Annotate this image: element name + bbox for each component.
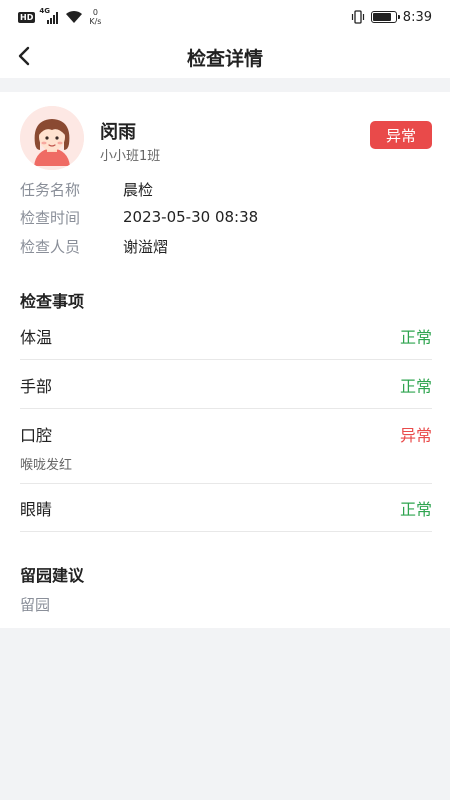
page-title: 检查详情 <box>186 48 263 70</box>
check-item: 手部 正常 <box>20 360 432 409</box>
avatar <box>20 106 84 170</box>
cell-signal-icon: 4G <box>39 7 61 24</box>
check-item-name: 手部 <box>20 377 53 396</box>
info-value: 2023-05-30 08:38 <box>123 208 259 226</box>
battery-icon <box>370 11 400 23</box>
info-row-time: 检查时间 2023-05-30 08:38 <box>20 206 258 228</box>
detail-card: 闵雨 小小班1班 异常 任务名称 晨检 检查时间 2023-05-30 08:3… <box>0 92 450 628</box>
info-label: 检查人员 <box>20 237 81 256</box>
status-badge: 异常 <box>370 121 432 149</box>
check-item-result: 正常 <box>399 328 432 347</box>
student-name: 闵雨 <box>100 122 136 143</box>
advice-value: 留园 <box>20 596 51 614</box>
check-item-name: 口腔 <box>20 426 53 445</box>
status-bar: HD 4G 0 K/s 8:39 <box>0 0 450 34</box>
check-item-result: 异常 <box>399 426 432 445</box>
girl-avatar-icon <box>20 106 84 170</box>
check-item-note: 喉咙发红 <box>20 458 73 473</box>
status-left: HD 4G 0 K/s <box>18 7 101 27</box>
nav-bar: 检查详情 <box>0 34 450 78</box>
info-label: 检查时间 <box>20 208 81 227</box>
student-class: 小小班1班 <box>100 149 161 164</box>
vibrate-icon <box>351 10 364 24</box>
check-item: 口腔 异常 喉咙发红 <box>20 409 432 484</box>
status-right: 8:39 <box>351 7 432 27</box>
check-item: 体温 正常 <box>20 311 432 360</box>
check-item-name: 眼睛 <box>20 500 53 519</box>
info-value: 谢溢熠 <box>123 237 169 256</box>
hd-indicator: HD <box>18 11 36 23</box>
network-speed: 0 K/s <box>89 8 102 26</box>
clock: 8:39 <box>402 9 432 25</box>
info-value: 晨检 <box>123 180 154 199</box>
check-item-result: 正常 <box>399 500 432 519</box>
info-row-inspector: 检查人员 谢溢熠 <box>20 235 168 257</box>
wifi-icon <box>66 10 83 23</box>
items-section-title: 检查事项 <box>20 292 85 311</box>
info-row-task: 任务名称 晨检 <box>20 178 153 200</box>
battery-level <box>372 13 392 21</box>
info-label: 任务名称 <box>20 180 81 199</box>
check-item-result: 正常 <box>399 377 432 396</box>
check-item-name: 体温 <box>20 328 53 347</box>
advice-section-title: 留园建议 <box>20 566 85 585</box>
check-item: 眼睛 正常 <box>20 484 432 532</box>
